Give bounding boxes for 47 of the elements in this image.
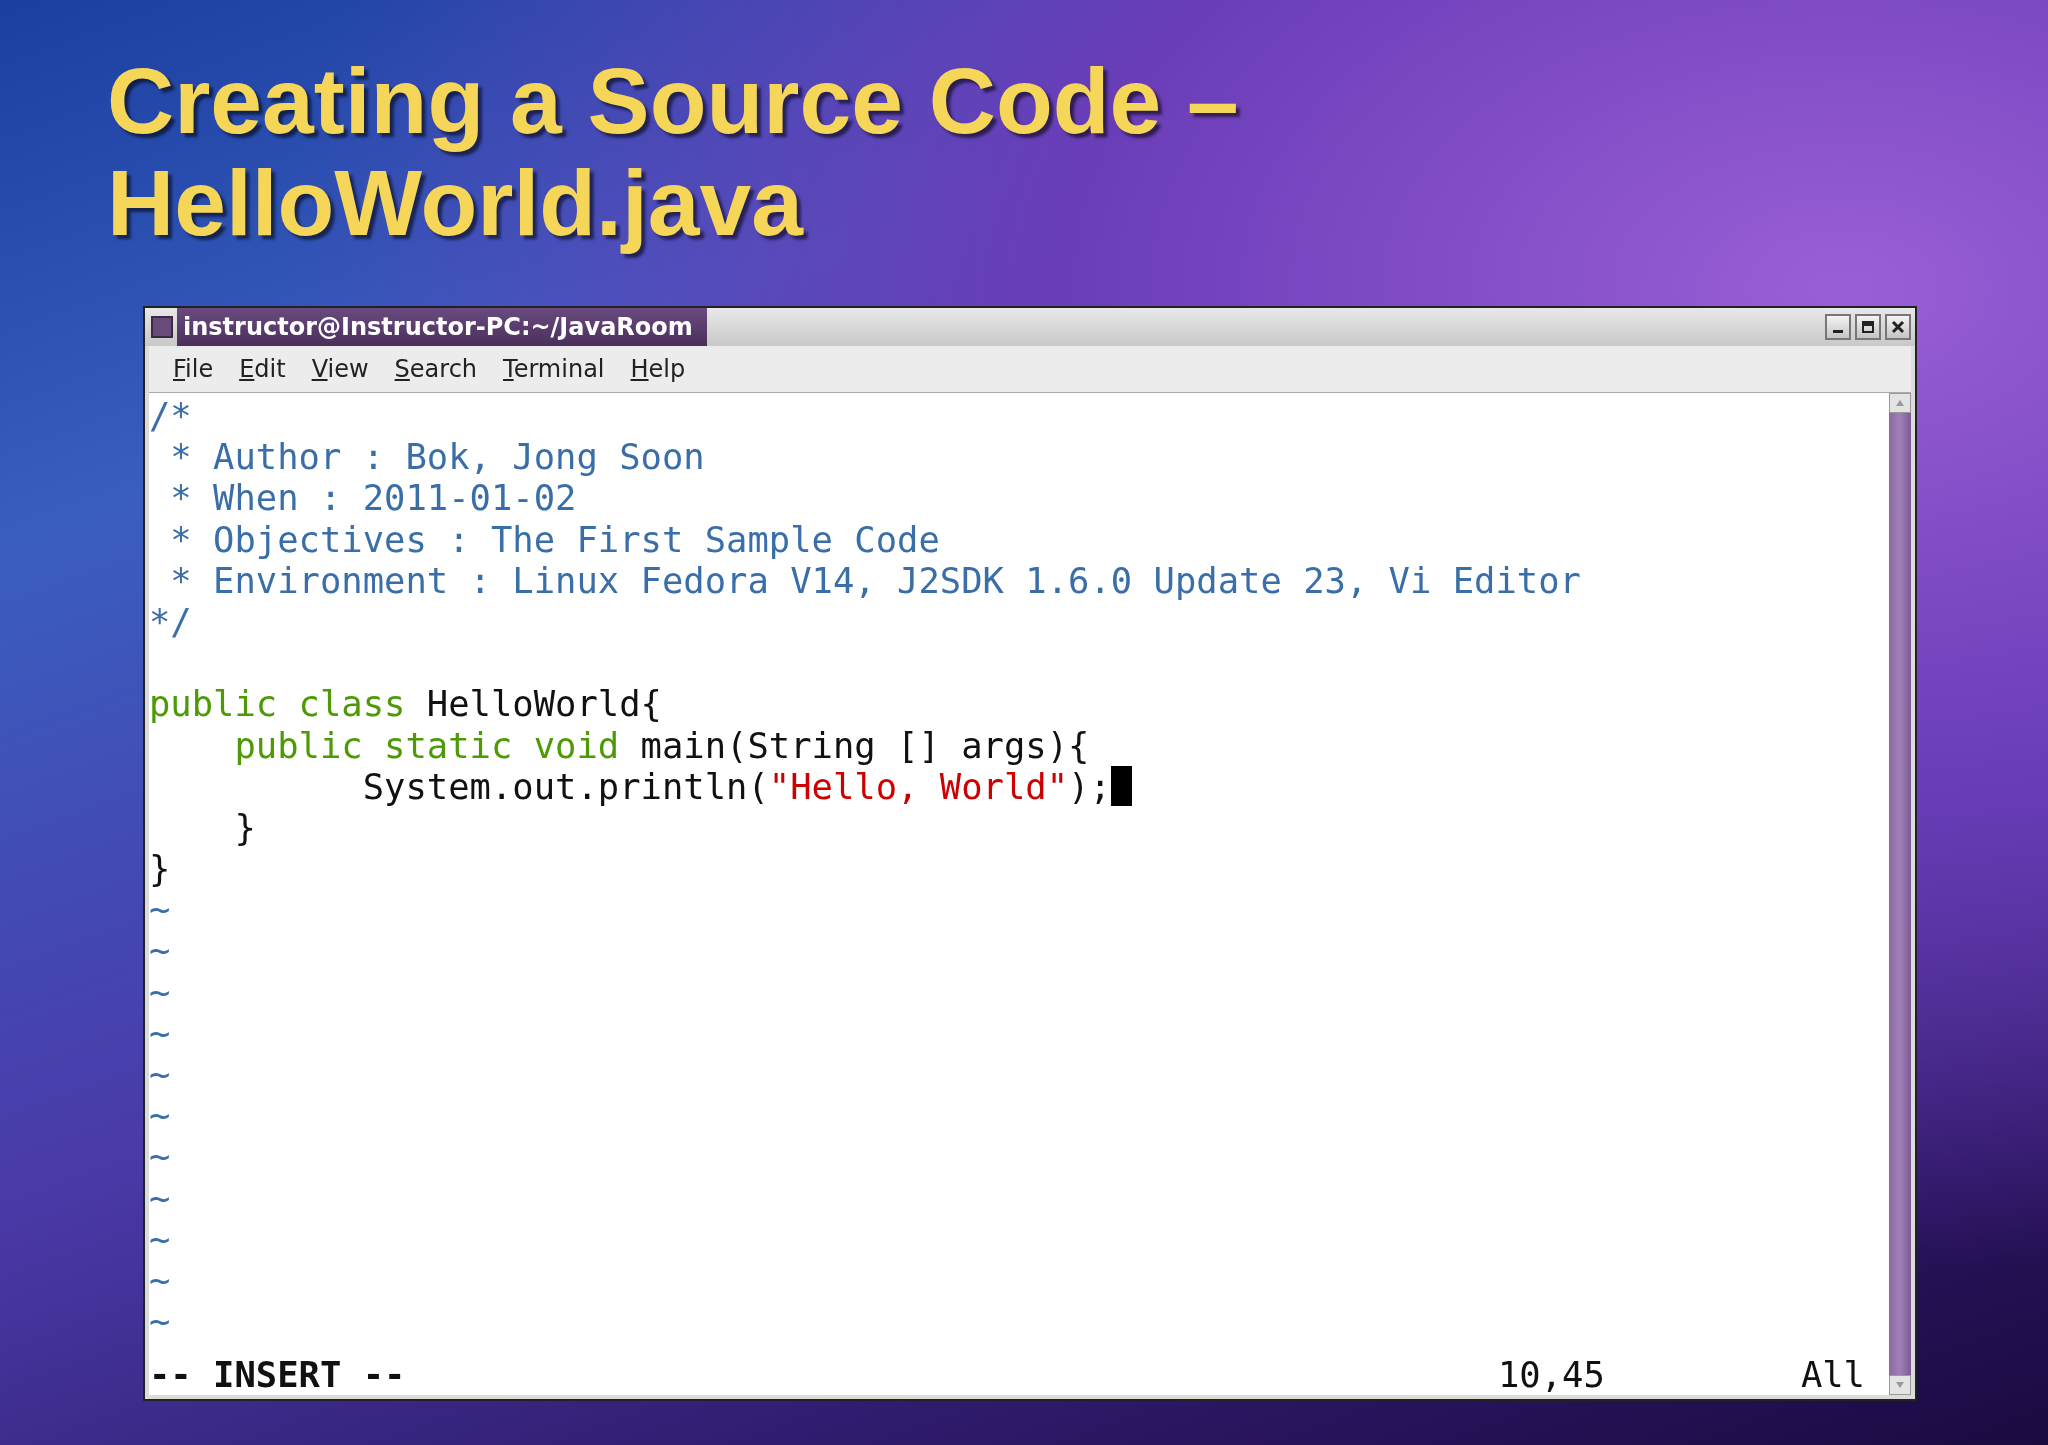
code-text: ); [1068,765,1111,807]
empty-line-marker: ~ [149,1054,171,1096]
menu-item[interactable]: File [173,355,214,383]
minimize-button[interactable] [1825,314,1851,340]
empty-line-marker: ~ [149,1095,171,1137]
menu-item[interactable]: View [311,355,369,383]
empty-line-marker: ~ [149,889,171,931]
menu-item[interactable]: Help [630,355,686,383]
empty-line-marker: ~ [149,1259,171,1302]
menu-item[interactable]: Search [394,355,478,383]
window-title: instructor@Instructor-PC:~/JavaRoom [177,308,707,346]
code-text: public class [149,683,406,725]
slide-title: HelloWorld.java [107,152,805,254]
empty-line-marker: ~ [149,971,171,1013]
code-text: * When : 2011-01-02 [169,477,577,519]
code-text: * Environment : Linux Fedora V14, J2SDK 1.6.0 Update 23, Vi Editor [169,559,1581,601]
code-text: "Hello, World" [768,765,1069,807]
empty-line-marker: ~ [149,1136,171,1178]
empty-line-marker: ~ [149,1301,171,1343]
code-text: System.out.println( [361,765,769,807]
maximize-button[interactable] [1855,314,1881,340]
scroll-indicator: All [1800,1353,1865,1395]
menu-item[interactable]: Edit [239,355,286,383]
menu-item[interactable]: Terminal [503,355,605,383]
down-arrow-icon [1895,1381,1905,1389]
code-text: * Author : Bok, Jong Soon [169,436,705,478]
empty-line-marker: ~ [149,1012,171,1054]
code-text: */ [149,600,192,643]
window-icon [151,316,173,338]
code-text: } [233,806,256,849]
slide-title: Creating a Source Code – [107,50,1240,152]
minimize-icon [1833,330,1843,333]
up-arrow-icon [1895,399,1905,407]
code-text: main(String [] args){ [639,724,1090,766]
empty-line-marker: ~ [149,1218,171,1260]
code-text: /* [149,395,192,437]
code-text: HelloWorld{ [425,683,662,725]
maximize-icon [1861,320,1875,334]
empty-line-marker: ~ [149,930,171,972]
mode-indicator: -- INSERT -- [149,1353,406,1395]
code-text: * Objectives : The First Sample Code [169,518,940,560]
cursor-position: 10,45 [1498,1353,1605,1395]
empty-line-marker: ~ [149,1177,171,1219]
close-icon [1891,320,1905,334]
close-button[interactable] [1885,314,1911,340]
code-text: public static void [233,724,620,766]
code-text: } [149,848,171,890]
